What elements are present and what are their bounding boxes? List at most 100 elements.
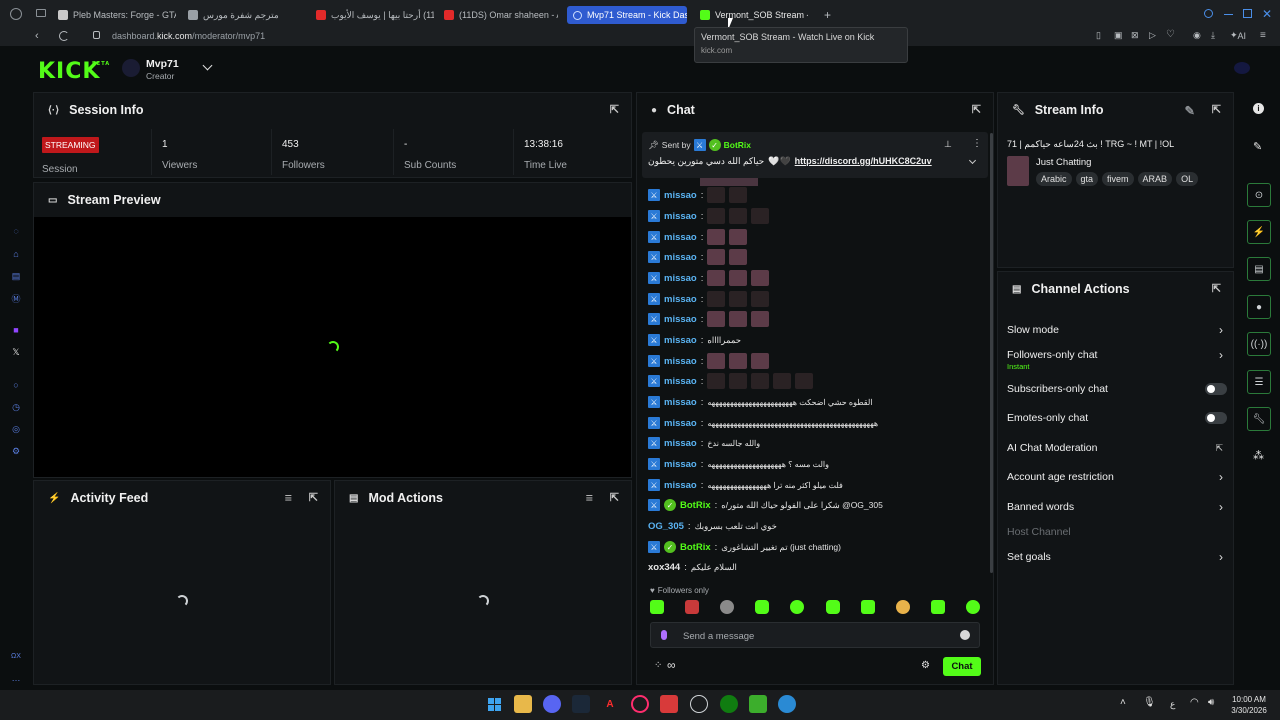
profile-icon[interactable]: ◉: [1193, 30, 1201, 41]
sidebar-list-button[interactable]: ☰: [1247, 370, 1271, 394]
chat-message[interactable]: ⚔ missao: والله جالسه ندخ: [648, 435, 760, 451]
chat-users-icon[interactable]: ⁘: [654, 660, 662, 671]
sidebar-settings-icon[interactable]: ⚙: [10, 445, 22, 457]
tab-mvp71-dashboard[interactable]: Mvp71 Stream - Kick Das: [567, 6, 687, 24]
tag[interactable]: OL: [1176, 172, 1199, 186]
minimize-icon[interactable]: [1224, 14, 1233, 15]
pencil-icon[interactable]: ✎: [1253, 140, 1262, 153]
kick-logo[interactable]: KICK BETA: [38, 59, 109, 84]
browser-menu-icon[interactable]: [10, 8, 22, 20]
chat-username[interactable]: missao: [664, 397, 697, 408]
banned-words-row[interactable]: Banned words ›: [1007, 498, 1227, 516]
chat-message[interactable]: ⚔ missao:: [648, 353, 770, 369]
info-icon[interactable]: i: [1253, 103, 1264, 114]
x-icon[interactable]: 𝕏: [10, 346, 22, 358]
emotes-only-toggle[interactable]: [1205, 412, 1227, 424]
tag[interactable]: gta: [1075, 172, 1099, 186]
chat-message[interactable]: ⚔ missao:: [648, 187, 748, 203]
microphone-icon[interactable]: [661, 630, 667, 640]
opera-icon[interactable]: [631, 695, 649, 713]
pinned-message[interactable]: 📌︎ Sent by ⚔ ✓ BotRix ⊥ ⋮ حياكم الله دسي…: [642, 132, 988, 178]
quick-emote[interactable]: [755, 600, 770, 614]
tray-chevron-icon[interactable]: ˄: [1120, 697, 1126, 708]
chat-username[interactable]: missao: [664, 459, 697, 470]
url-field[interactable]: dashboard.kick.com/moderator/mvp71: [112, 31, 265, 41]
chat-username[interactable]: BotRix: [680, 542, 711, 553]
chat-message[interactable]: ⚔ missao: القطوه حشي اضحكت ههههههههههههه…: [648, 394, 873, 410]
sidebar-document-button[interactable]: ▤: [1247, 257, 1271, 281]
minecraft-icon[interactable]: [749, 695, 767, 713]
chat-message[interactable]: ⚔ missao: هههههههههههههههههههههههههههههه…: [648, 415, 878, 431]
sidebar-chat-button[interactable]: ●: [1247, 295, 1271, 319]
chat-username[interactable]: missao: [664, 211, 697, 222]
microphone-tray-icon[interactable]: 🎙︎: [1143, 697, 1156, 708]
taskbar-clock[interactable]: 10:00 AM 3/30/2026: [1229, 694, 1269, 716]
chat-message[interactable]: ⚔ missao:: [648, 311, 770, 327]
sidebar-broadcast-button[interactable]: ((·)): [1247, 332, 1271, 356]
sidebar-more-icon[interactable]: …: [10, 672, 22, 684]
chat-username[interactable]: missao: [664, 273, 697, 284]
new-tab-icon[interactable]: +: [824, 8, 831, 22]
windows-start-icon[interactable]: [485, 695, 503, 713]
chat-username[interactable]: missao: [664, 314, 697, 325]
wifi-icon[interactable]: ◠: [1190, 697, 1199, 708]
settings-icon[interactable]: [690, 695, 708, 713]
filter-icon[interactable]: ≡: [285, 491, 292, 505]
quick-emote[interactable]: [685, 600, 700, 614]
sidebar-stream-icon[interactable]: ⌂: [10, 248, 22, 260]
quick-emote[interactable]: [965, 600, 980, 614]
chat-message[interactable]: ⚔ missao: حممرااااه: [648, 332, 741, 348]
tag[interactable]: Arabic: [1036, 172, 1072, 186]
heart-icon[interactable]: ♡: [1166, 29, 1175, 40]
back-icon[interactable]: ‹: [35, 30, 39, 42]
chat-settings-icon[interactable]: ⚙: [921, 660, 930, 671]
chat-message[interactable]: ⚔ missao: والت مسه ؟ ههههههههههههههههههه…: [648, 456, 829, 472]
popout-icon[interactable]: ⇱: [972, 103, 981, 116]
sidebar-home-icon[interactable]: ◌: [10, 225, 22, 237]
download-icon[interactable]: ⤓: [1211, 30, 1215, 41]
play-icon[interactable]: ▷: [1149, 30, 1156, 41]
ai-icon[interactable]: ✦ AI: [1230, 30, 1246, 41]
chat-message[interactable]: ⚔ ✓ BotRix: شكرا على الفولو حياك الله مت…: [648, 497, 883, 513]
chat-message[interactable]: ⚔ missao:: [648, 208, 770, 224]
chat-message[interactable]: OG_305: خوي انت تلعب بسروبك: [648, 518, 777, 534]
unpin-icon[interactable]: ⊥: [944, 139, 952, 150]
maximize-icon[interactable]: [1243, 9, 1252, 18]
more-options-icon[interactable]: ⋮: [972, 138, 982, 149]
sidebar-lightning-button[interactable]: ⚡: [1247, 220, 1271, 244]
popout-icon[interactable]: ⇱: [1212, 282, 1221, 295]
chat-message[interactable]: ⚔ missao:: [648, 270, 770, 286]
chat-send-button[interactable]: Chat: [943, 657, 981, 676]
search-icon[interactable]: [1204, 9, 1213, 18]
language-indicator[interactable]: ع: [1170, 699, 1175, 710]
bookmark-icon[interactable]: ▯: [1096, 30, 1101, 41]
chat-username[interactable]: missao: [664, 438, 697, 449]
tab-morse[interactable]: مترجم شفرة مورس: [188, 6, 308, 24]
quick-emote[interactable]: [650, 600, 664, 614]
chat-message[interactable]: ⚔ ✓ BotRix: تم تغيير التشاغورى (just cha…: [648, 539, 841, 555]
chat-username[interactable]: missao: [664, 335, 697, 346]
more-menu-icon[interactable]: ≡: [1260, 30, 1266, 41]
popout-icon[interactable]: ⇱: [309, 491, 318, 504]
ai-moderation-row[interactable]: AI Chat Moderation ⇱: [1007, 439, 1227, 457]
tag[interactable]: ARAB: [1137, 172, 1173, 186]
sidebar-bottom-icon[interactable]: ΩX: [10, 650, 22, 662]
quick-emote[interactable]: [720, 600, 735, 614]
app-media-icon[interactable]: [660, 695, 678, 713]
chat-username[interactable]: xox344: [648, 562, 680, 573]
subscribers-only-toggle[interactable]: [1205, 383, 1227, 395]
channel-avatar[interactable]: [122, 59, 140, 77]
quick-emote[interactable]: [895, 600, 910, 614]
chat-message[interactable]: ⚔ missao:: [648, 229, 748, 245]
close-icon[interactable]: ✕: [1262, 7, 1272, 21]
tab-youtube-1[interactable]: أرحتا بيها | يوسف الأيوب (11DS): [316, 6, 434, 24]
tab-youtube-2[interactable]: (11DS) Omar shaheen - An: [444, 6, 558, 24]
set-goals-row[interactable]: Set goals ›: [1007, 548, 1227, 566]
volume-icon[interactable]: 🔊︎: [1208, 697, 1214, 708]
shield-icon[interactable]: ⊠: [1131, 30, 1139, 41]
tab-pleb-masters[interactable]: Pleb Masters: Forge - GTA: [58, 6, 176, 24]
popout-icon[interactable]: ⇱: [610, 491, 619, 504]
account-age-row[interactable]: Account age restriction ›: [1007, 468, 1227, 486]
chat-username[interactable]: missao: [664, 232, 697, 243]
sidebar-target-button[interactable]: ⊙: [1247, 183, 1271, 207]
